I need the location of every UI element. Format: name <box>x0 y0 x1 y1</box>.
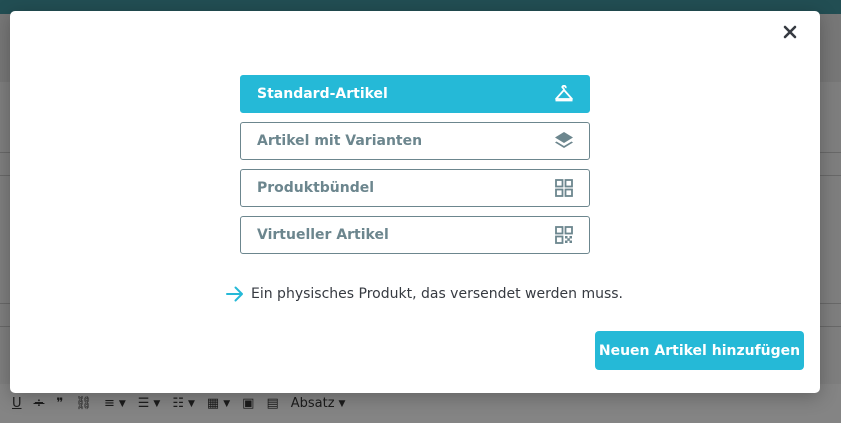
option-label: Produktbündel <box>257 180 375 196</box>
close-icon <box>783 25 797 39</box>
arrow-right-icon <box>226 285 245 304</box>
qr-code-icon <box>554 225 574 245</box>
add-new-product-button[interactable]: Neuen Artikel hinzufügen <box>595 331 804 370</box>
option-virtual-product[interactable]: Virtueller Artikel <box>240 216 590 254</box>
grid-icon <box>554 178 574 198</box>
product-type-options: Standard-Artikel Artikel mit Varianten P… <box>240 75 590 254</box>
option-pack-of-products[interactable]: Produktbündel <box>240 169 590 207</box>
close-button[interactable] <box>779 21 801 43</box>
option-standard-product[interactable]: Standard-Artikel <box>240 75 590 113</box>
hanger-icon <box>554 84 574 104</box>
new-product-modal: Standard-Artikel Artikel mit Varianten P… <box>10 11 820 393</box>
option-label: Virtueller Artikel <box>257 227 389 243</box>
option-label: Standard-Artikel <box>257 86 388 102</box>
option-label: Artikel mit Varianten <box>257 133 423 149</box>
description-text: Ein physisches Produkt, das versendet we… <box>251 286 624 302</box>
product-type-description: Ein physisches Produkt, das versendet we… <box>226 283 623 305</box>
option-product-with-combinations[interactable]: Artikel mit Varianten <box>240 122 590 160</box>
layers-icon <box>554 131 574 151</box>
